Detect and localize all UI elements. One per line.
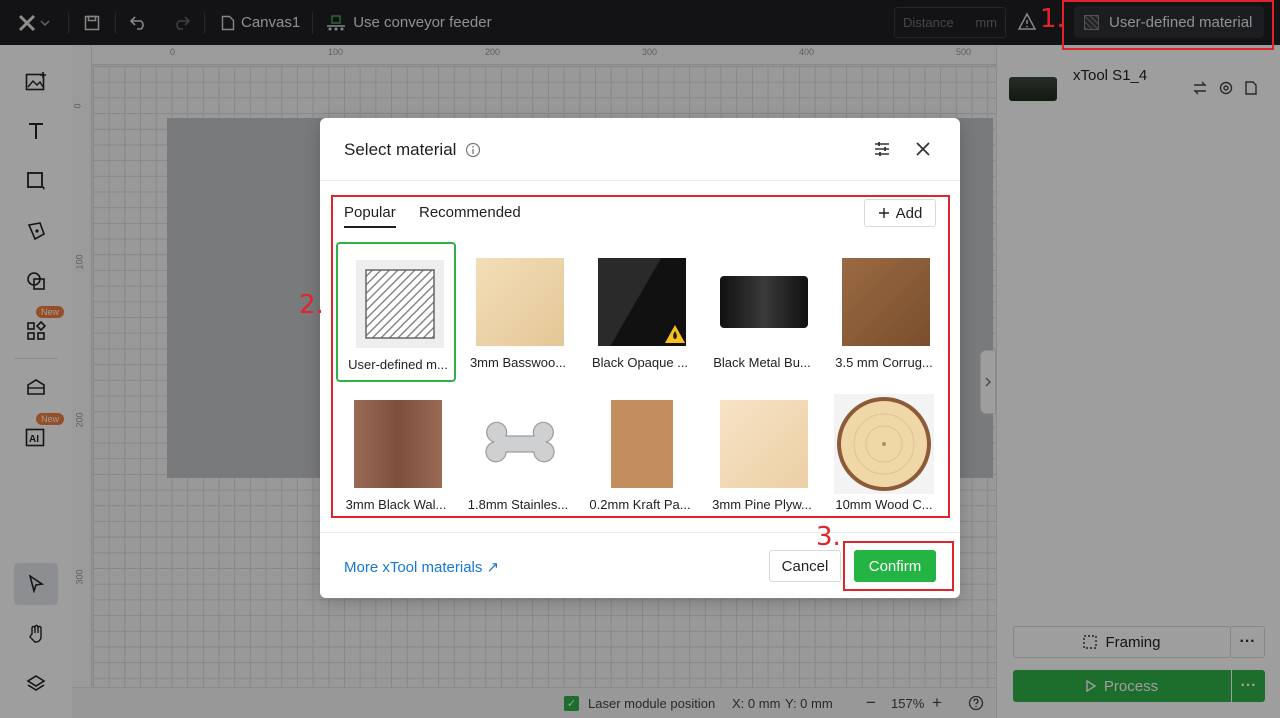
annotation-number-3: 3. [816,522,841,552]
annotation-number-1: 1. [1040,4,1065,34]
filter-settings-icon[interactable] [872,139,892,159]
annotation-number-2: 2. [299,290,324,320]
more-materials-link[interactable]: More xTool materials ↗ [344,558,499,576]
close-icon[interactable] [913,139,933,159]
annotation-box-1 [1062,0,1274,50]
dialog-title: Select material [344,140,457,159]
divider [320,180,960,181]
divider [320,532,960,533]
cancel-button[interactable]: Cancel [769,550,841,582]
info-icon[interactable] [465,142,481,158]
annotation-box-2 [331,195,950,518]
annotation-box-3 [843,541,954,591]
